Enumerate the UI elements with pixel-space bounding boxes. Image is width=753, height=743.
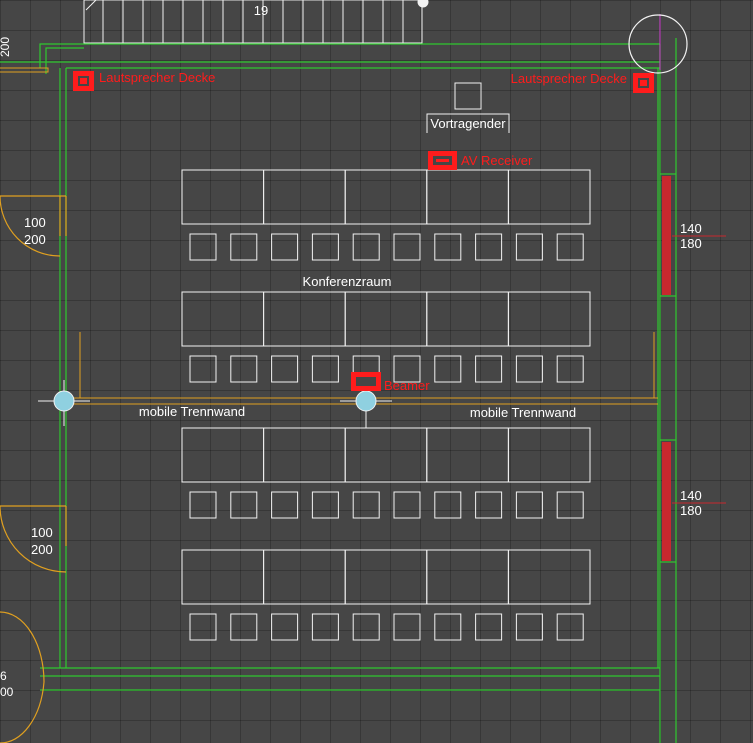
window-upper-height: 180 bbox=[680, 236, 702, 251]
conference-table bbox=[181, 291, 265, 347]
chair bbox=[352, 613, 380, 641]
partition-pivot-center-icon bbox=[355, 390, 377, 412]
chair bbox=[230, 233, 258, 261]
chair bbox=[434, 491, 462, 519]
conference-table bbox=[263, 549, 346, 605]
floor-plan-drawing: 19 Vortragender Lautsprecher Decke Lauts… bbox=[0, 0, 726, 743]
chair bbox=[230, 355, 258, 383]
chair bbox=[475, 491, 503, 519]
table-row bbox=[181, 169, 591, 261]
bottom-left-dimension-2: 00 bbox=[0, 685, 14, 699]
window-lower-height: 180 bbox=[680, 503, 702, 518]
room-name: Konferenzraum bbox=[303, 274, 392, 289]
chair bbox=[271, 233, 299, 261]
conference-table bbox=[344, 169, 428, 225]
speaker-right-label: Lautsprecher Decke bbox=[511, 71, 627, 86]
chair bbox=[189, 491, 217, 519]
table-row bbox=[181, 549, 591, 641]
chair bbox=[475, 233, 503, 261]
chair bbox=[189, 233, 217, 261]
partition-left-label: mobile Trennwand bbox=[139, 404, 245, 419]
speaker-right-icon bbox=[633, 73, 654, 93]
chair bbox=[515, 613, 543, 641]
door-upper-width: 100 bbox=[24, 215, 46, 230]
conference-table bbox=[181, 427, 265, 483]
chair bbox=[515, 355, 543, 383]
door-top-left-sill bbox=[0, 67, 49, 73]
table-row bbox=[181, 427, 591, 519]
conference-table bbox=[426, 427, 509, 483]
conference-table bbox=[507, 549, 591, 605]
chair bbox=[556, 613, 584, 641]
chair bbox=[434, 355, 462, 383]
chair bbox=[393, 233, 421, 261]
partition-right-label: mobile Trennwand bbox=[470, 405, 576, 420]
chair bbox=[271, 491, 299, 519]
door-lower-height: 200 bbox=[31, 542, 53, 557]
av-receiver-icon bbox=[428, 151, 457, 170]
chair bbox=[271, 355, 299, 383]
window-upper bbox=[662, 176, 671, 295]
door-lower-width: 100 bbox=[31, 525, 53, 540]
conference-table bbox=[426, 291, 509, 347]
speaker-left-label: Lautsprecher Decke bbox=[99, 70, 215, 85]
chair bbox=[352, 491, 380, 519]
chair bbox=[189, 355, 217, 383]
chair bbox=[271, 613, 299, 641]
chair bbox=[556, 233, 584, 261]
chair bbox=[434, 613, 462, 641]
window-lower-width: 140 bbox=[680, 488, 702, 503]
conference-table bbox=[507, 427, 591, 483]
chair bbox=[475, 613, 503, 641]
window-upper-width: 140 bbox=[680, 221, 702, 236]
presenter-chair bbox=[454, 82, 482, 110]
conference-table bbox=[263, 291, 346, 347]
speaker-left-icon bbox=[73, 71, 94, 91]
chair bbox=[311, 233, 339, 261]
top-left-dimension: 200 bbox=[0, 37, 12, 57]
chair bbox=[515, 491, 543, 519]
av-receiver-label: AV Receiver bbox=[461, 153, 533, 168]
chair bbox=[556, 491, 584, 519]
conference-table bbox=[263, 169, 346, 225]
window-lower bbox=[662, 442, 671, 561]
chair bbox=[311, 355, 339, 383]
beamer-icon bbox=[351, 372, 381, 391]
conference-table bbox=[507, 291, 591, 347]
partition-pivot-left-icon bbox=[53, 390, 75, 412]
conference-table bbox=[344, 549, 428, 605]
conference-table bbox=[426, 549, 509, 605]
conference-table bbox=[344, 291, 428, 347]
chair bbox=[189, 613, 217, 641]
conference-table bbox=[181, 549, 265, 605]
chair bbox=[352, 233, 380, 261]
bottom-left-dimension-1: 6 bbox=[0, 669, 7, 683]
chair bbox=[393, 613, 421, 641]
chair bbox=[434, 233, 462, 261]
chair bbox=[311, 491, 339, 519]
chair bbox=[230, 491, 258, 519]
door-upper-height: 200 bbox=[24, 232, 46, 247]
beamer-label: Beamer bbox=[384, 378, 430, 393]
table-row bbox=[181, 291, 591, 383]
conference-table bbox=[263, 427, 346, 483]
conference-table bbox=[344, 427, 428, 483]
chair bbox=[230, 613, 258, 641]
chair bbox=[515, 233, 543, 261]
conference-table bbox=[507, 169, 591, 225]
chair bbox=[556, 355, 584, 383]
chair bbox=[393, 491, 421, 519]
chair bbox=[311, 613, 339, 641]
chair bbox=[475, 355, 503, 383]
conference-table bbox=[426, 169, 509, 225]
stair-post-icon bbox=[417, 0, 429, 8]
presenter-label: Vortragender bbox=[430, 116, 506, 131]
stair-step-number: 19 bbox=[254, 3, 268, 18]
conference-table bbox=[181, 169, 265, 225]
